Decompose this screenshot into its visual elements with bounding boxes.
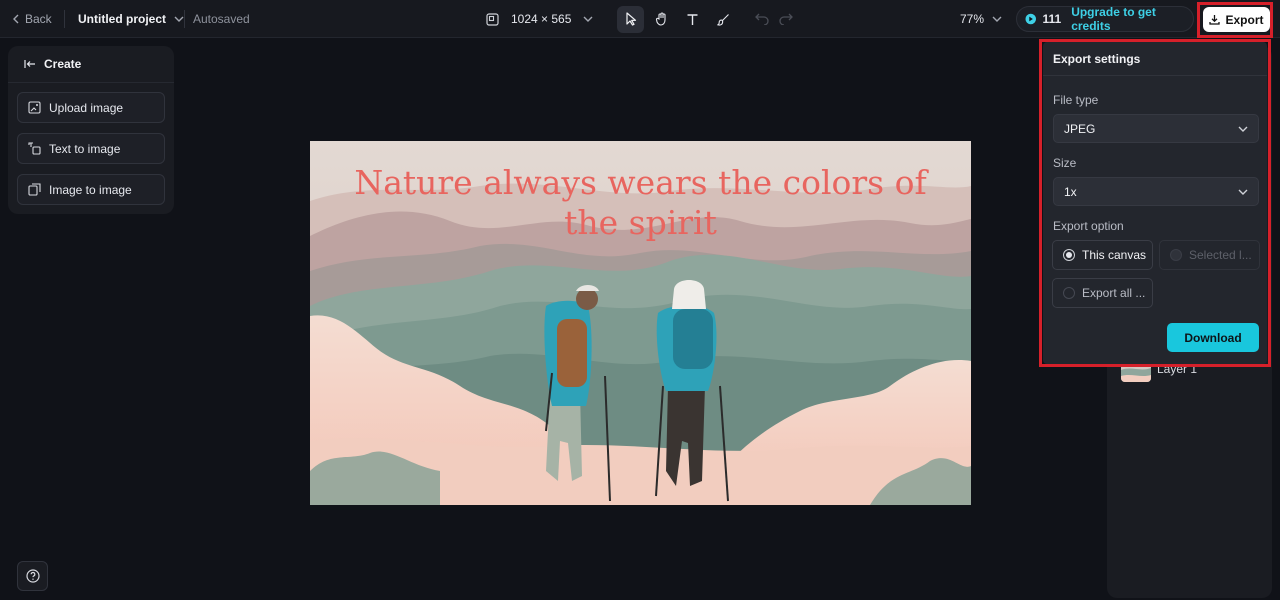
canvas-size-value: 1024 × 565: [511, 12, 572, 26]
create-panel: Create Upload image Text to image Image …: [8, 46, 174, 214]
hand-icon: [655, 12, 666, 26]
chevron-down-icon: [992, 16, 1002, 22]
chevron-down-icon: [583, 16, 593, 22]
export-popover-highlight: [1039, 39, 1271, 367]
canvas-title-text[interactable]: Nature always wears the colors of the sp…: [310, 163, 971, 243]
text-to-image-label: Text to image: [49, 141, 121, 156]
resize-icon: [486, 12, 499, 26]
help-button[interactable]: [17, 561, 48, 591]
chevron-left-icon: [13, 14, 19, 24]
image-to-image-label: Image to image: [49, 182, 132, 197]
chevron-down-icon: [174, 16, 184, 22]
upload-image-icon: [28, 101, 41, 114]
brush-icon: [717, 13, 729, 26]
back-label: Back: [25, 12, 52, 26]
credits-count: 111: [1042, 12, 1062, 26]
credits-pill[interactable]: 111 Upgrade to get credits: [1016, 5, 1194, 33]
collapse-left-icon: [24, 60, 35, 68]
upload-image-label: Upload image: [49, 100, 124, 115]
export-button-highlight: [1197, 2, 1273, 38]
design-canvas[interactable]: Nature always wears the colors of the sp…: [310, 141, 971, 505]
history-group: [755, 0, 793, 38]
text-to-image-icon: [28, 142, 41, 155]
zoom-dropdown[interactable]: 77%: [960, 0, 1002, 38]
back-button[interactable]: Back: [12, 0, 52, 38]
tool-group: [617, 0, 737, 38]
top-toolbar: Back Untitled project Autosaved 1024 × 5…: [0, 0, 1280, 38]
zoom-value: 77%: [960, 12, 985, 26]
create-panel-header[interactable]: Create: [8, 46, 174, 83]
text-icon: [687, 13, 698, 25]
text-to-image-button[interactable]: Text to image: [17, 133, 165, 164]
canvas-size-dropdown[interactable]: 1024 × 565: [486, 0, 593, 38]
project-name-dropdown[interactable]: Untitled project: [78, 0, 184, 38]
hand-tool-button[interactable]: [648, 6, 675, 33]
project-name: Untitled project: [78, 12, 167, 26]
upload-image-button[interactable]: Upload image: [17, 92, 165, 123]
image-to-image-icon: [28, 183, 41, 196]
brush-tool-button[interactable]: [710, 6, 737, 33]
image-to-image-button[interactable]: Image to image: [17, 174, 165, 205]
select-tool-button[interactable]: [617, 5, 644, 33]
text-tool-button[interactable]: [679, 6, 706, 33]
credit-icon: [1025, 13, 1037, 25]
cursor-icon: [625, 12, 636, 26]
divider: [184, 10, 185, 28]
undo-icon[interactable]: [755, 13, 769, 25]
redo-icon[interactable]: [779, 13, 793, 25]
help-icon: [25, 569, 40, 583]
create-panel-title: Create: [44, 57, 82, 71]
upgrade-link[interactable]: Upgrade to get credits: [1071, 5, 1193, 33]
autosave-status: Autosaved: [193, 12, 250, 26]
divider: [64, 10, 65, 28]
